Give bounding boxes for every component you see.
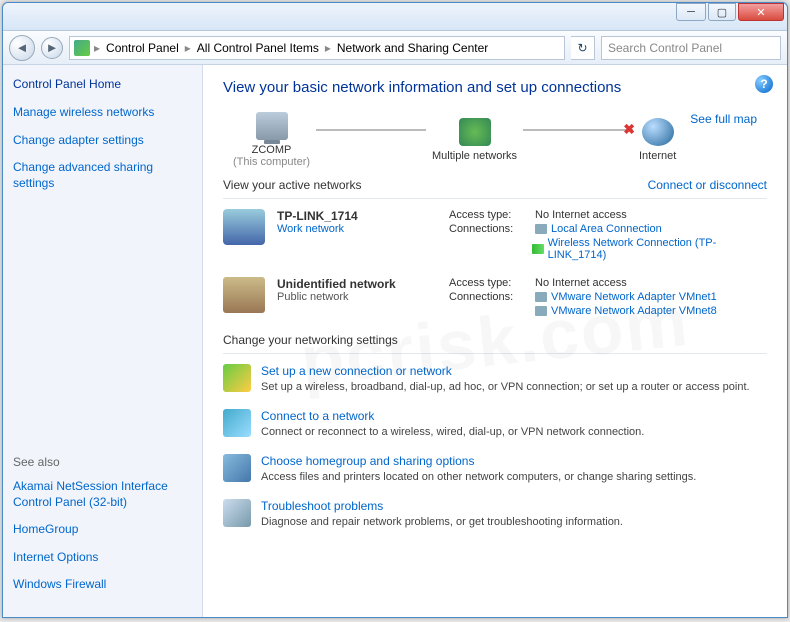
close-button[interactable]: ✕ xyxy=(738,3,784,21)
change-settings-label: Change your networking settings xyxy=(223,333,398,347)
setting-troubleshoot[interactable]: Troubleshoot problems Diagnose and repair… xyxy=(223,499,767,530)
seealso-homegroup[interactable]: HomeGroup xyxy=(13,522,192,538)
map-node-label: ZCOMP xyxy=(233,144,310,156)
sidebar-home[interactable]: Control Panel Home xyxy=(13,77,192,91)
connection-link-lan[interactable]: Local Area Connection xyxy=(535,223,662,235)
seealso-label: See also xyxy=(13,455,192,469)
navbar: ◄ ► ▸ Control Panel ▸ All Control Panel … xyxy=(3,31,787,65)
window: ─ ▢ ✕ ◄ ► ▸ Control Panel ▸ All Control … xyxy=(2,2,788,618)
active-networks-header: View your active networks Connect or dis… xyxy=(223,178,767,192)
map-node-label: Internet xyxy=(639,150,676,162)
sidebar-link-wireless[interactable]: Manage wireless networks xyxy=(13,105,192,121)
ethernet-icon xyxy=(535,292,547,302)
computer-icon xyxy=(256,112,288,140)
sidebar: Control Panel Home Manage wireless netwo… xyxy=(3,65,203,617)
chevron-right-icon: ▸ xyxy=(183,41,193,55)
breadcrumb-item[interactable]: Control Panel xyxy=(104,41,181,55)
setting-desc: Diagnose and repair network problems, or… xyxy=(261,515,623,530)
homegroup-icon xyxy=(223,454,251,482)
connection-link-wireless[interactable]: Wireless Network Connection (TP-LINK_171… xyxy=(532,237,767,261)
ethernet-icon xyxy=(535,224,547,234)
setting-title: Set up a new connection or network xyxy=(261,364,750,378)
connection-link-vmnet8[interactable]: VMware Network Adapter VMnet8 xyxy=(535,305,717,317)
access-type-label: Access type: xyxy=(449,209,535,221)
network-block-1: TP-LINK_1714 Work network Access type:No… xyxy=(223,209,767,263)
access-type-value: No Internet access xyxy=(535,209,627,221)
change-settings-header: Change your networking settings xyxy=(223,333,767,347)
chevron-right-icon: ▸ xyxy=(323,41,333,55)
maximize-button[interactable]: ▢ xyxy=(708,3,736,21)
connections-label: Connections: xyxy=(449,223,535,235)
search-placeholder: Search Control Panel xyxy=(608,41,722,55)
active-networks-label: View your active networks xyxy=(223,178,362,192)
ethernet-icon xyxy=(535,306,547,316)
forward-button[interactable]: ► xyxy=(41,37,63,59)
map-connector-fail: ✖ xyxy=(523,129,633,131)
setting-homegroup[interactable]: Choose homegroup and sharing options Acce… xyxy=(223,454,767,485)
help-icon[interactable]: ? xyxy=(755,75,773,93)
main-panel: pcrisk.com ? View your basic network inf… xyxy=(203,65,787,617)
search-input[interactable]: Search Control Panel xyxy=(601,36,781,60)
connect-disconnect-link[interactable]: Connect or disconnect xyxy=(648,178,767,192)
body: Control Panel Home Manage wireless netwo… xyxy=(3,65,787,617)
connect-network-icon xyxy=(223,409,251,437)
setting-setup-connection[interactable]: Set up a new connection or network Set up… xyxy=(223,364,767,395)
minimize-button[interactable]: ─ xyxy=(676,3,706,21)
setting-desc: Connect or reconnect to a wireless, wire… xyxy=(261,425,644,440)
divider xyxy=(223,198,767,199)
breadcrumb-item[interactable]: Network and Sharing Center xyxy=(335,41,490,55)
map-node-label: Multiple networks xyxy=(432,150,517,162)
troubleshoot-icon xyxy=(223,499,251,527)
network-name: Unidentified network xyxy=(277,277,437,291)
seealso-internet-options[interactable]: Internet Options xyxy=(13,550,192,566)
network-type-link[interactable]: Work network xyxy=(277,223,437,235)
setting-desc: Set up a wireless, broadband, dial-up, a… xyxy=(261,380,750,395)
sidebar-link-adapter[interactable]: Change adapter settings xyxy=(13,133,192,149)
bench-icon xyxy=(223,277,265,313)
breadcrumb-item[interactable]: All Control Panel Items xyxy=(195,41,321,55)
setting-title: Choose homegroup and sharing options xyxy=(261,454,696,468)
access-type-label: Access type: xyxy=(449,277,535,289)
network-name: TP-LINK_1714 xyxy=(277,209,437,223)
control-panel-icon xyxy=(74,40,90,56)
setting-desc: Access files and printers located on oth… xyxy=(261,470,696,485)
titlebar: ─ ▢ ✕ xyxy=(3,3,787,31)
setting-title: Troubleshoot problems xyxy=(261,499,623,513)
setup-connection-icon xyxy=(223,364,251,392)
connection-link-vmnet1[interactable]: VMware Network Adapter VMnet1 xyxy=(535,291,717,303)
network-type-link[interactable]: Public network xyxy=(277,291,437,303)
network-map: ZCOMP (This computer) Multiple networks … xyxy=(223,112,767,168)
connections-label: Connections: xyxy=(449,291,535,303)
network-icon xyxy=(223,209,265,245)
globe-icon xyxy=(642,118,674,146)
divider xyxy=(223,353,767,354)
network-block-2: Unidentified network Public network Acce… xyxy=(223,277,767,319)
map-node-this-pc[interactable]: ZCOMP (This computer) xyxy=(233,112,310,168)
access-type-value: No Internet access xyxy=(535,277,627,289)
seealso-windows-firewall[interactable]: Windows Firewall xyxy=(13,577,192,593)
map-connector xyxy=(316,129,426,131)
see-full-map-link[interactable]: See full map xyxy=(690,112,757,126)
back-button[interactable]: ◄ xyxy=(9,35,35,61)
refresh-button[interactable]: ↻ xyxy=(571,36,595,60)
breadcrumb[interactable]: ▸ Control Panel ▸ All Control Panel Item… xyxy=(69,36,565,60)
map-node-networks[interactable]: Multiple networks xyxy=(432,118,517,162)
page-title: View your basic network information and … xyxy=(223,79,767,96)
sidebar-link-advanced[interactable]: Change advanced sharing settings xyxy=(13,160,192,191)
map-node-internet[interactable]: Internet xyxy=(639,118,676,162)
wifi-icon xyxy=(532,244,544,254)
networks-icon xyxy=(459,118,491,146)
setting-title: Connect to a network xyxy=(261,409,644,423)
chevron-right-icon: ▸ xyxy=(92,41,102,55)
map-node-sublabel: (This computer) xyxy=(233,156,310,168)
setting-connect-network[interactable]: Connect to a network Connect or reconnect… xyxy=(223,409,767,440)
seealso-akamai[interactable]: Akamai NetSession Interface Control Pane… xyxy=(13,479,192,510)
settings-list: Set up a new connection or network Set up… xyxy=(223,364,767,529)
x-icon: ✖ xyxy=(623,121,635,138)
